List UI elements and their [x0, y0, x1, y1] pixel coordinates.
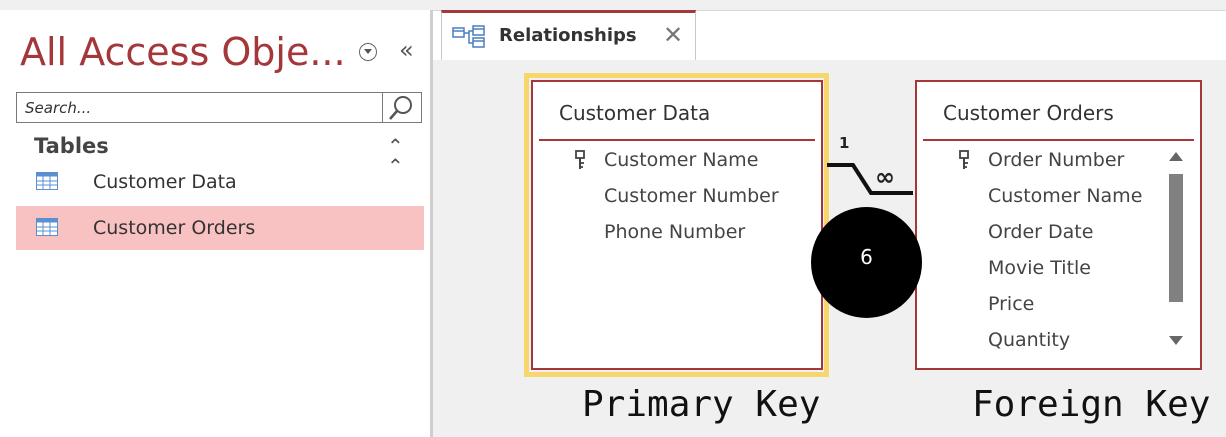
nav-item-label: Customer Data: [93, 171, 237, 193]
table-title: Customer Orders: [943, 101, 1114, 125]
relationship-line[interactable]: [825, 155, 915, 200]
field-customer-number[interactable]: Customer Number: [604, 185, 779, 207]
tab-label: Relationships: [499, 25, 637, 46]
scroll-thumb[interactable]: [1169, 174, 1183, 302]
divider: [923, 139, 1194, 141]
step-number-badge: 6: [811, 207, 922, 318]
nav-dropdown-icon[interactable]: [359, 43, 377, 61]
nav-pane-title[interactable]: All Access Obje...: [20, 30, 346, 74]
caption-foreign-key: Foreign Key: [972, 384, 1211, 425]
tab-relationships[interactable]: Relationships ✕: [441, 10, 696, 60]
primary-key-icon: [574, 150, 586, 174]
scroll-down-arrow-icon[interactable]: [1169, 336, 1183, 345]
table-title: Customer Data: [559, 101, 711, 125]
divider: [539, 139, 815, 141]
nav-item-customer-orders[interactable]: Customer Orders: [16, 206, 424, 250]
navigation-pane: All Access Obje... « Tables ⌃⌃ Customer …: [0, 10, 430, 437]
field-price[interactable]: Price: [988, 293, 1034, 315]
search-icon[interactable]: [382, 93, 419, 122]
shutter-bar-collapse-icon[interactable]: «: [399, 36, 414, 64]
one-side-label: 1: [839, 134, 850, 152]
nav-item-customer-data[interactable]: Customer Data: [16, 160, 424, 204]
field-customer-name[interactable]: Customer Name: [604, 149, 758, 171]
field-order-date[interactable]: Order Date: [988, 221, 1093, 243]
table-icon: [36, 172, 58, 194]
group-header-tables[interactable]: Tables: [34, 134, 109, 158]
relationships-icon: [452, 25, 486, 53]
caption-primary-key: Primary Key: [582, 384, 821, 425]
many-side-label: ∞: [875, 163, 895, 191]
field-customer-name[interactable]: Customer Name: [988, 185, 1142, 207]
primary-key-icon: [958, 150, 970, 174]
table-icon: [36, 218, 58, 240]
field-movie-title[interactable]: Movie Title: [988, 257, 1091, 279]
field-quantity[interactable]: Quantity: [988, 329, 1070, 351]
scroll-up-arrow-icon[interactable]: [1169, 152, 1183, 161]
nav-item-label: Customer Orders: [93, 217, 256, 239]
field-order-number[interactable]: Order Number: [988, 149, 1124, 171]
close-icon[interactable]: ✕: [663, 21, 683, 49]
search-input[interactable]: [19, 95, 391, 120]
field-phone-number[interactable]: Phone Number: [604, 221, 745, 243]
search-box: [16, 92, 422, 123]
field-list-scrollbar[interactable]: [1165, 148, 1187, 354]
